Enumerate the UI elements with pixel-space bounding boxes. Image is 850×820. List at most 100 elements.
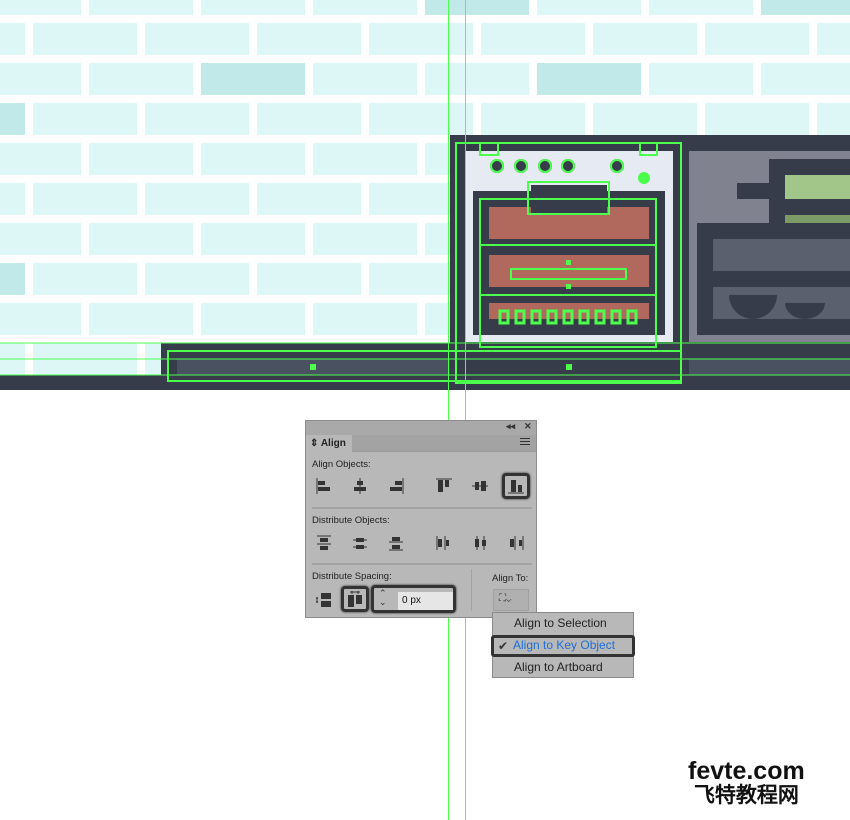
distribute-objects-label: Distribute Objects:: [312, 515, 390, 526]
align-to-dropdown-button[interactable]: ⛶⌄: [493, 589, 529, 611]
horizontal-distribute-right-icon: [510, 536, 524, 550]
collapse-icon[interactable]: ◂◂: [506, 421, 515, 432]
brick: [537, 0, 641, 15]
brick: [649, 63, 753, 95]
brick: [33, 103, 137, 135]
menu-item-align-to-selection[interactable]: Align to Selection: [493, 613, 633, 635]
horizontal-align-center-button[interactable]: [346, 473, 374, 499]
brick: [257, 103, 361, 135]
brick: [201, 223, 305, 255]
brick: [313, 63, 417, 95]
vertical-distribute-center-icon: [353, 538, 367, 549]
horizontal-distribute-center-icon: [475, 536, 486, 550]
horizontal-distribute-right-button[interactable]: [502, 530, 530, 556]
brick: [313, 303, 417, 335]
menu-item-align-to-artboard[interactable]: Align to Artboard: [493, 657, 633, 679]
brick: [817, 103, 850, 135]
stepper-icon[interactable]: ⌃ ⌄: [379, 589, 387, 607]
vertical-align-top-button[interactable]: [430, 473, 458, 499]
key-object-icon: ⛶: [499, 593, 506, 604]
brick: [0, 63, 81, 95]
align-objects-label: Align Objects:: [312, 459, 371, 470]
horizontal-align-right-icon: [390, 478, 404, 494]
brick: [817, 23, 850, 55]
brick: [761, 0, 850, 15]
brick: [369, 103, 473, 135]
updown-icon: ⇕: [310, 438, 319, 449]
brick: [761, 63, 850, 95]
vertical-align-bottom-button[interactable]: [502, 473, 530, 499]
vertical-distribute-bottom-icon: [389, 537, 403, 551]
brick: [89, 143, 193, 175]
horizontal-align-left-icon: [316, 478, 330, 494]
chevron-down-icon: ⌄: [506, 593, 512, 604]
align-to-label: Align To:: [492, 573, 529, 584]
brick: [201, 0, 305, 15]
divider: [312, 507, 532, 509]
vertical-distribute-top-button[interactable]: [310, 530, 338, 556]
brick: [33, 183, 137, 215]
brick: [369, 23, 473, 55]
panel-titlebar[interactable]: ◂◂ ✕: [306, 421, 536, 435]
brick: [201, 143, 305, 175]
brick: [33, 263, 137, 295]
watermark: fevte.com 飞特教程网: [688, 757, 805, 807]
align-to-menu: Align to Selection ✔ Align to Key Object …: [491, 612, 635, 679]
vertical-guide[interactable]: [465, 0, 466, 820]
brick: [481, 23, 585, 55]
brick: [145, 263, 249, 295]
tab-align[interactable]: ⇕ Align: [306, 435, 352, 452]
brick: [89, 0, 193, 15]
brick: [145, 183, 249, 215]
artboard-illustration: [0, 0, 850, 390]
brick: [0, 0, 81, 15]
vertical-align-bottom-icon: [508, 480, 524, 494]
brick: [0, 143, 81, 175]
vertical-guide[interactable]: [448, 0, 449, 820]
brick: [257, 23, 361, 55]
vertical-distribute-bottom-button[interactable]: [382, 530, 410, 556]
brick: [257, 263, 361, 295]
check-icon: ✔: [498, 639, 509, 653]
brick: [425, 63, 529, 95]
horizontal-align-center-icon: [354, 478, 366, 494]
brick: [593, 103, 697, 135]
horizontal-distribute-left-icon: [436, 536, 449, 550]
brick: [649, 0, 753, 15]
brick: [145, 103, 249, 135]
horizontal-distribute-left-button[interactable]: [430, 530, 458, 556]
spacing-input[interactable]: ⌃ ⌄ 0 px: [371, 585, 456, 613]
menu-item-align-to-key-object[interactable]: ✔ Align to Key Object: [491, 635, 635, 657]
brick: [313, 143, 417, 175]
horizontal-distribute-center-button[interactable]: [466, 530, 494, 556]
brick: [425, 0, 529, 15]
vertical-distribute-space-left-button[interactable]: [310, 587, 338, 613]
brick: [0, 23, 25, 55]
brick: [33, 23, 137, 55]
vertical-distribute-space-button[interactable]: [341, 586, 369, 612]
vertical-distribute-center-button[interactable]: [346, 530, 374, 556]
brick: [481, 103, 585, 135]
vertical-align-center-icon: [472, 481, 488, 491]
brick: [705, 23, 809, 55]
brick: [593, 23, 697, 55]
brick: [0, 103, 25, 135]
brick: [0, 263, 25, 295]
brick: [89, 63, 193, 95]
horizontal-align-left-button[interactable]: [310, 473, 338, 499]
brick: [201, 303, 305, 335]
brick: [257, 183, 361, 215]
hamburger-menu-icon[interactable]: [520, 438, 530, 447]
distribute-spacing-label: Distribute Spacing:: [312, 571, 392, 582]
brick: [313, 0, 417, 15]
divider: [312, 563, 532, 565]
brick: [313, 223, 417, 255]
vertical-align-center-button[interactable]: [466, 473, 494, 499]
brick: [537, 63, 641, 95]
horizontal-align-right-button[interactable]: [382, 473, 410, 499]
brick: [0, 183, 25, 215]
brick: [89, 223, 193, 255]
brick: [145, 23, 249, 55]
close-icon[interactable]: ✕: [524, 421, 532, 432]
brick: [89, 303, 193, 335]
